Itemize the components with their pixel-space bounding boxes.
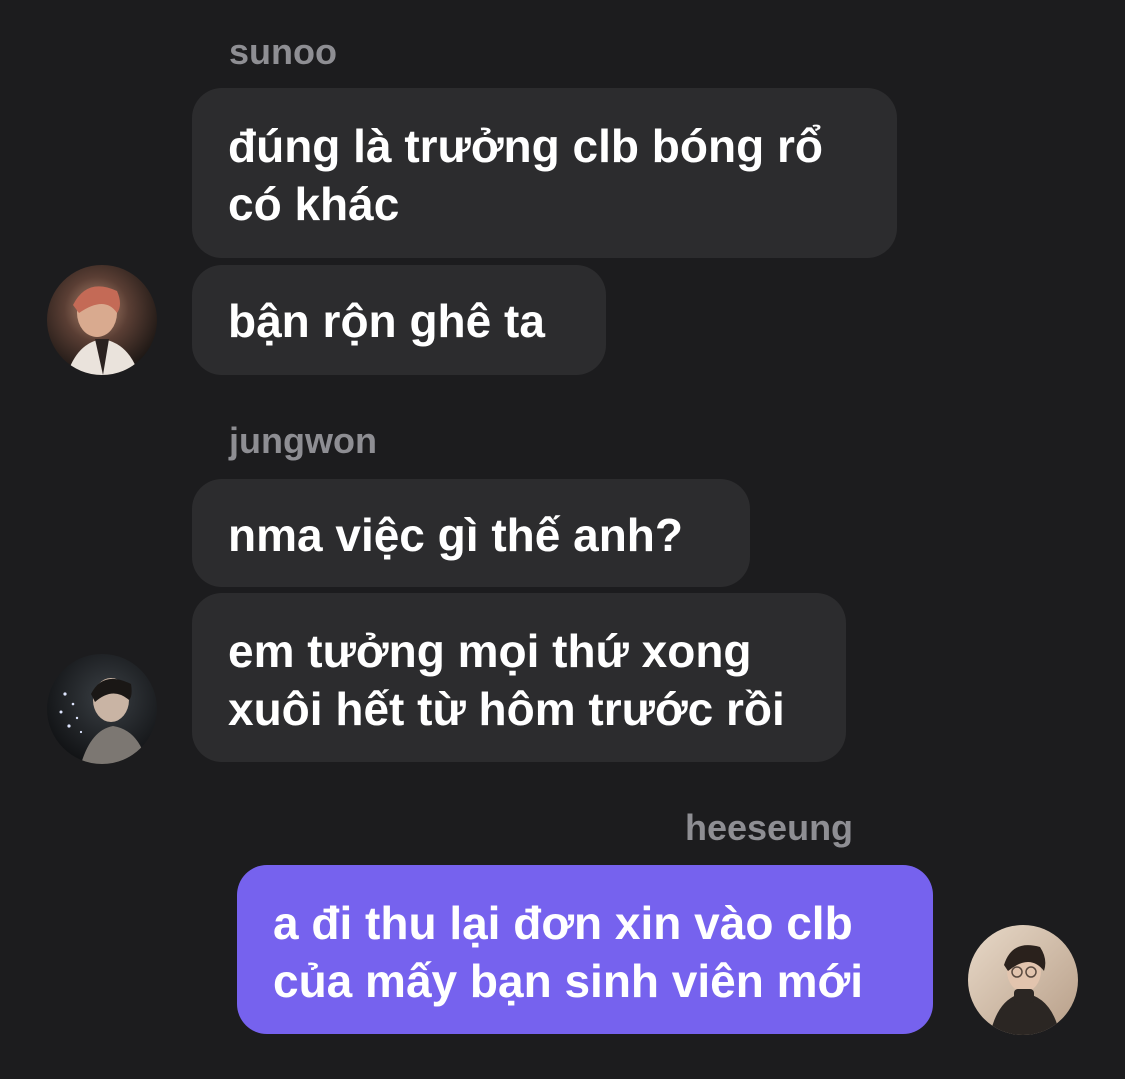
jungwon-avatar[interactable] — [47, 654, 157, 764]
sender-name-sunoo: sunoo — [229, 31, 337, 72]
message-text-line: bận rộn ghê ta — [228, 295, 545, 347]
message-bubble[interactable]: bận rộn ghê ta — [192, 265, 606, 375]
message-text-line: của mấy bạn sinh viên mới — [273, 955, 864, 1007]
message-bubble[interactable]: em tưởng mọi thứ xong xuôi hết từ hôm tr… — [192, 593, 846, 762]
message-text-line: em tưởng mọi thứ xong — [228, 625, 752, 677]
message-bubble[interactable]: đúng là trưởng clb bóng rổ có khác — [192, 88, 897, 258]
message-bubble[interactable]: nma việc gì thế anh? — [192, 479, 750, 587]
message-text-line: a đi thu lại đơn xin vào clb — [273, 897, 853, 949]
message-text-line: có khác — [228, 178, 400, 230]
sender-name-jungwon: jungwon — [229, 420, 377, 461]
message-text-line: đúng là trưởng clb bóng rổ — [228, 120, 823, 172]
message-bubble-outgoing[interactable]: a đi thu lại đơn xin vào clb của mấy bạn… — [237, 865, 933, 1034]
sunoo-avatar[interactable] — [47, 265, 157, 375]
heeseung-avatar[interactable] — [968, 925, 1078, 1035]
message-text-line: xuôi hết từ hôm trước rồi — [228, 683, 785, 735]
message-text-line: nma việc gì thế anh? — [228, 509, 683, 561]
sender-name-heeseung: heeseung — [685, 807, 854, 848]
